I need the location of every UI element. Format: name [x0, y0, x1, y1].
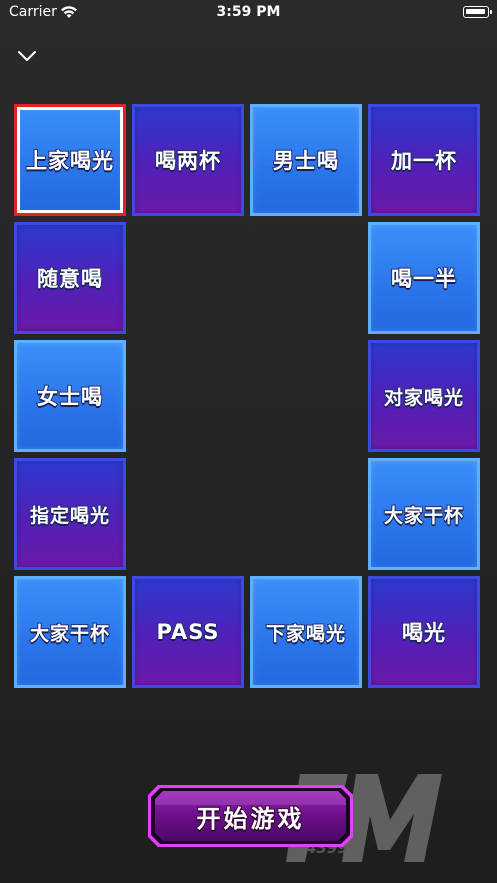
board-cell[interactable]: 对家喝光 [368, 340, 480, 452]
board-cell[interactable]: PASS [132, 576, 244, 688]
board-cell[interactable]: 女士喝 [14, 340, 126, 452]
board-cell[interactable]: 加一杯 [368, 104, 480, 216]
status-bar: Carrier 3:59 PM [0, 0, 497, 26]
board-cell[interactable]: 喝一半 [368, 222, 480, 334]
board-cell[interactable]: 随意喝 [14, 222, 126, 334]
board-cell[interactable]: 喝两杯 [132, 104, 244, 216]
board-cell[interactable]: 指定喝光 [14, 458, 126, 570]
board-cell[interactable]: 大家干杯 [368, 458, 480, 570]
board-cell[interactable]: 喝光 [368, 576, 480, 688]
battery-icon [463, 6, 492, 18]
start-game-button[interactable]: 开始游戏 [148, 785, 353, 847]
chevron-down-icon[interactable] [15, 44, 39, 68]
board-cell[interactable]: 大家干杯 [14, 576, 126, 688]
start-game-label: 开始游戏 [196, 804, 305, 834]
clock: 3:59 PM [216, 4, 281, 20]
board-cell[interactable]: 上家喝光 [14, 104, 126, 216]
board-cell[interactable]: 男士喝 [250, 104, 362, 216]
board-cell[interactable]: 下家喝光 [250, 576, 362, 688]
